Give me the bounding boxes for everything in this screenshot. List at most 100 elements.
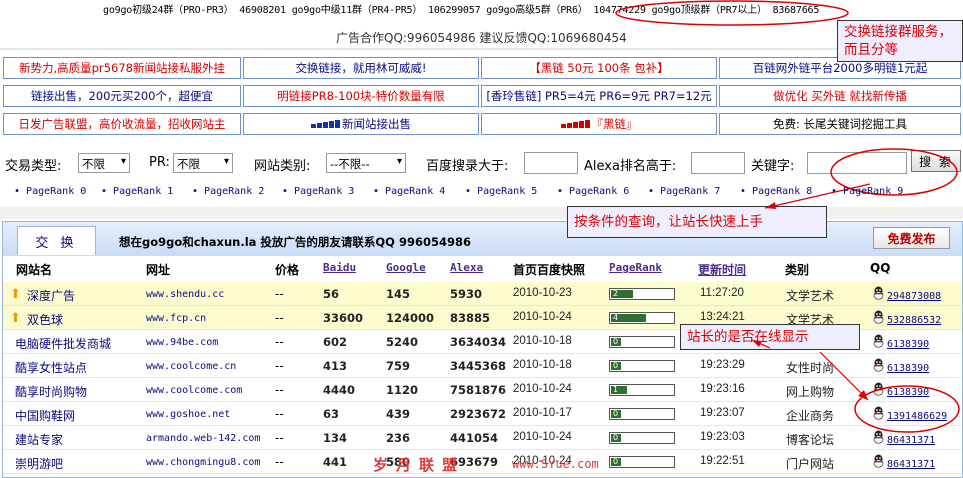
update-time: 19:23:03 (700, 431, 745, 443)
alexa-value: 7581876 (450, 383, 507, 397)
price-value: -- (275, 335, 284, 349)
annotation-arrow (764, 183, 871, 209)
col-header: QQ (870, 261, 891, 275)
site-url-link[interactable]: www.fcp.cn (146, 313, 206, 324)
google-value: 145 (386, 287, 411, 301)
pagerank-link[interactable]: • PageRank 7 (648, 186, 720, 197)
site-name-link[interactable]: 深度广告 (27, 287, 75, 304)
pagerank-level: 0 (611, 362, 621, 370)
site-name-link[interactable]: 中国购鞋网 (15, 407, 75, 424)
trade-type-select[interactable]: 不限 (78, 153, 130, 173)
site-url-link[interactable]: www.coolcome.cn (146, 361, 236, 372)
free-publish-button[interactable]: 免费发布 (873, 227, 950, 249)
qq-number-link[interactable]: 532886532 (887, 315, 941, 326)
site-url-link[interactable]: armando.web-142.com (146, 433, 260, 444)
table-header: 网站名 网址 价格 Baidu Google Alexa 首页百度快照 Page… (3, 256, 962, 281)
pagerank-link[interactable]: • PageRank 6 (557, 186, 629, 197)
site-url-link[interactable]: www.goshoe.net (146, 409, 230, 420)
site-name-link[interactable]: 酷享女性站点 (15, 359, 87, 376)
alexa-input[interactable] (691, 152, 745, 174)
col-header-sort[interactable]: Alexa (450, 261, 483, 274)
pagerank-level: 0 (611, 410, 621, 418)
ad-link[interactable]: 日发广告联盟，高价收流量，招收网站主 (3, 113, 241, 135)
pagerank-link[interactable]: • PageRank 0 (14, 186, 86, 197)
site-url-link[interactable]: www.94be.com (146, 337, 218, 348)
top-arrow-icon: ⬆ (10, 311, 21, 326)
qq-number-link[interactable]: 6138390 (887, 363, 929, 374)
category-value: 博客论坛 (786, 433, 835, 447)
snapshot-date: 2010-10-24 (513, 431, 572, 443)
ad-link[interactable]: 新闻站接出售 (243, 113, 479, 135)
site-name-link[interactable]: 酷享时尚购物 (15, 383, 87, 400)
alexa-value: 3634034 (450, 335, 507, 349)
site-url-link[interactable]: www.chongmingu8.com (146, 457, 260, 468)
ad-link[interactable]: 明链接PR8-100块-特价数量有限 (243, 85, 479, 107)
price-value: -- (275, 431, 284, 445)
col-header-sort[interactable]: Baidu (323, 261, 356, 274)
snapshot-date: 2010-10-24 (513, 383, 572, 395)
col-header-sort[interactable]: PageRank (609, 261, 662, 274)
red-bars-icon (560, 120, 590, 128)
ad-link[interactable]: 链接出售，200元买200个，超便宜 (3, 85, 241, 107)
alexa-label: Alexa排名高于: (584, 159, 677, 174)
pagerank-link[interactable]: • PageRank 2 (192, 186, 264, 197)
qq-number-link[interactable]: 86431371 (887, 435, 935, 446)
qq-penguin-icon[interactable] (872, 310, 885, 324)
col-header-sort[interactable]: Google (386, 261, 426, 274)
category-value: 企业商务 (786, 409, 835, 423)
pr-select[interactable]: 不限 (173, 153, 233, 173)
alexa-value: 5930 (450, 287, 483, 301)
keyword-label: 关键字: (751, 159, 795, 174)
site-name-link[interactable]: 电脑硬件批发商城 (15, 335, 111, 352)
google-value: 124000 (386, 311, 435, 325)
highlight-ellipse-qq (854, 385, 960, 433)
qq-number-link[interactable]: 294873008 (887, 291, 941, 302)
ad-link[interactable]: 交换链接，就用林可威威! (243, 57, 479, 79)
pagerank-link[interactable]: • PageRank 1 (101, 186, 173, 197)
col-header-sort[interactable]: 更新时间 (698, 261, 746, 278)
category-value: 文学艺术 (786, 289, 835, 303)
price-value: -- (275, 287, 284, 301)
contact-line: 广告合作QQ:996054986 建议反馈QQ:1069680454 (336, 31, 627, 45)
qq-penguin-icon[interactable] (872, 286, 885, 300)
category-select[interactable]: --不限-- (326, 153, 406, 173)
site-name-link[interactable]: 双色球 (27, 311, 63, 328)
pagerank-bar: 0 (609, 336, 675, 348)
table-row: 建站专家 armando.web-142.com -- 134 236 441054 201… (3, 426, 962, 450)
baidu-input[interactable] (524, 152, 578, 174)
site-url-link[interactable]: www.shendu.cc (146, 289, 224, 300)
trade-type-label: 交易类型: (5, 159, 62, 174)
ad-link[interactable]: 『黑链』 (481, 113, 717, 135)
alexa-value: 3445368 (450, 359, 507, 373)
pagerank-link[interactable]: • PageRank 4 (373, 186, 445, 197)
snapshot-date: 2010-10-23 (513, 287, 572, 299)
snapshot-date: 2010-10-17 (513, 407, 572, 419)
pagerank-link[interactable]: • PageRank 3 (282, 186, 354, 197)
annotation-exchange: 交换链接群服务，而且分等 (837, 20, 963, 62)
tab-exchange[interactable]: 交 换 (17, 226, 96, 255)
ad-link[interactable]: 【黑链 50元 100条 包补】 (481, 57, 717, 79)
ad-link[interactable]: 新势力,高质量pr5678新闻站接私服外挂 (3, 57, 241, 79)
pagerank-bar: 4 (609, 312, 675, 324)
ad-link[interactable]: 做优化 买外链 就找新传播 (719, 85, 961, 107)
price-value: -- (275, 383, 284, 397)
qq-number-link[interactable]: 6138390 (887, 339, 929, 350)
qq-penguin-icon[interactable] (872, 454, 885, 468)
update-time: 19:23:07 (700, 407, 745, 419)
pagerank-link[interactable]: • PageRank 5 (465, 186, 537, 197)
ad-link[interactable]: 免费: 长尾关键词挖掘工具 (719, 113, 961, 135)
pagerank-level: 0 (611, 434, 621, 442)
alexa-value: 83885 (450, 311, 491, 325)
baidu-value: 4440 (323, 383, 356, 397)
ad-link[interactable]: [香玲售链] PR5=4元 PR6=9元 PR7=12元 (481, 85, 717, 107)
col-header: 网站名 (16, 263, 53, 277)
site-name-link[interactable]: 崇明游吧 (15, 455, 63, 472)
price-value: -- (275, 311, 284, 325)
baidu-label: 百度搜录大于: (426, 159, 509, 174)
pr-label: PR: (149, 155, 170, 170)
google-value: 5240 (386, 335, 419, 349)
site-url-link[interactable]: www.coolcome.com (146, 385, 242, 396)
qq-number-link[interactable]: 86431371 (887, 459, 935, 470)
site-name-link[interactable]: 建站专家 (15, 431, 63, 448)
price-value: -- (275, 455, 284, 469)
